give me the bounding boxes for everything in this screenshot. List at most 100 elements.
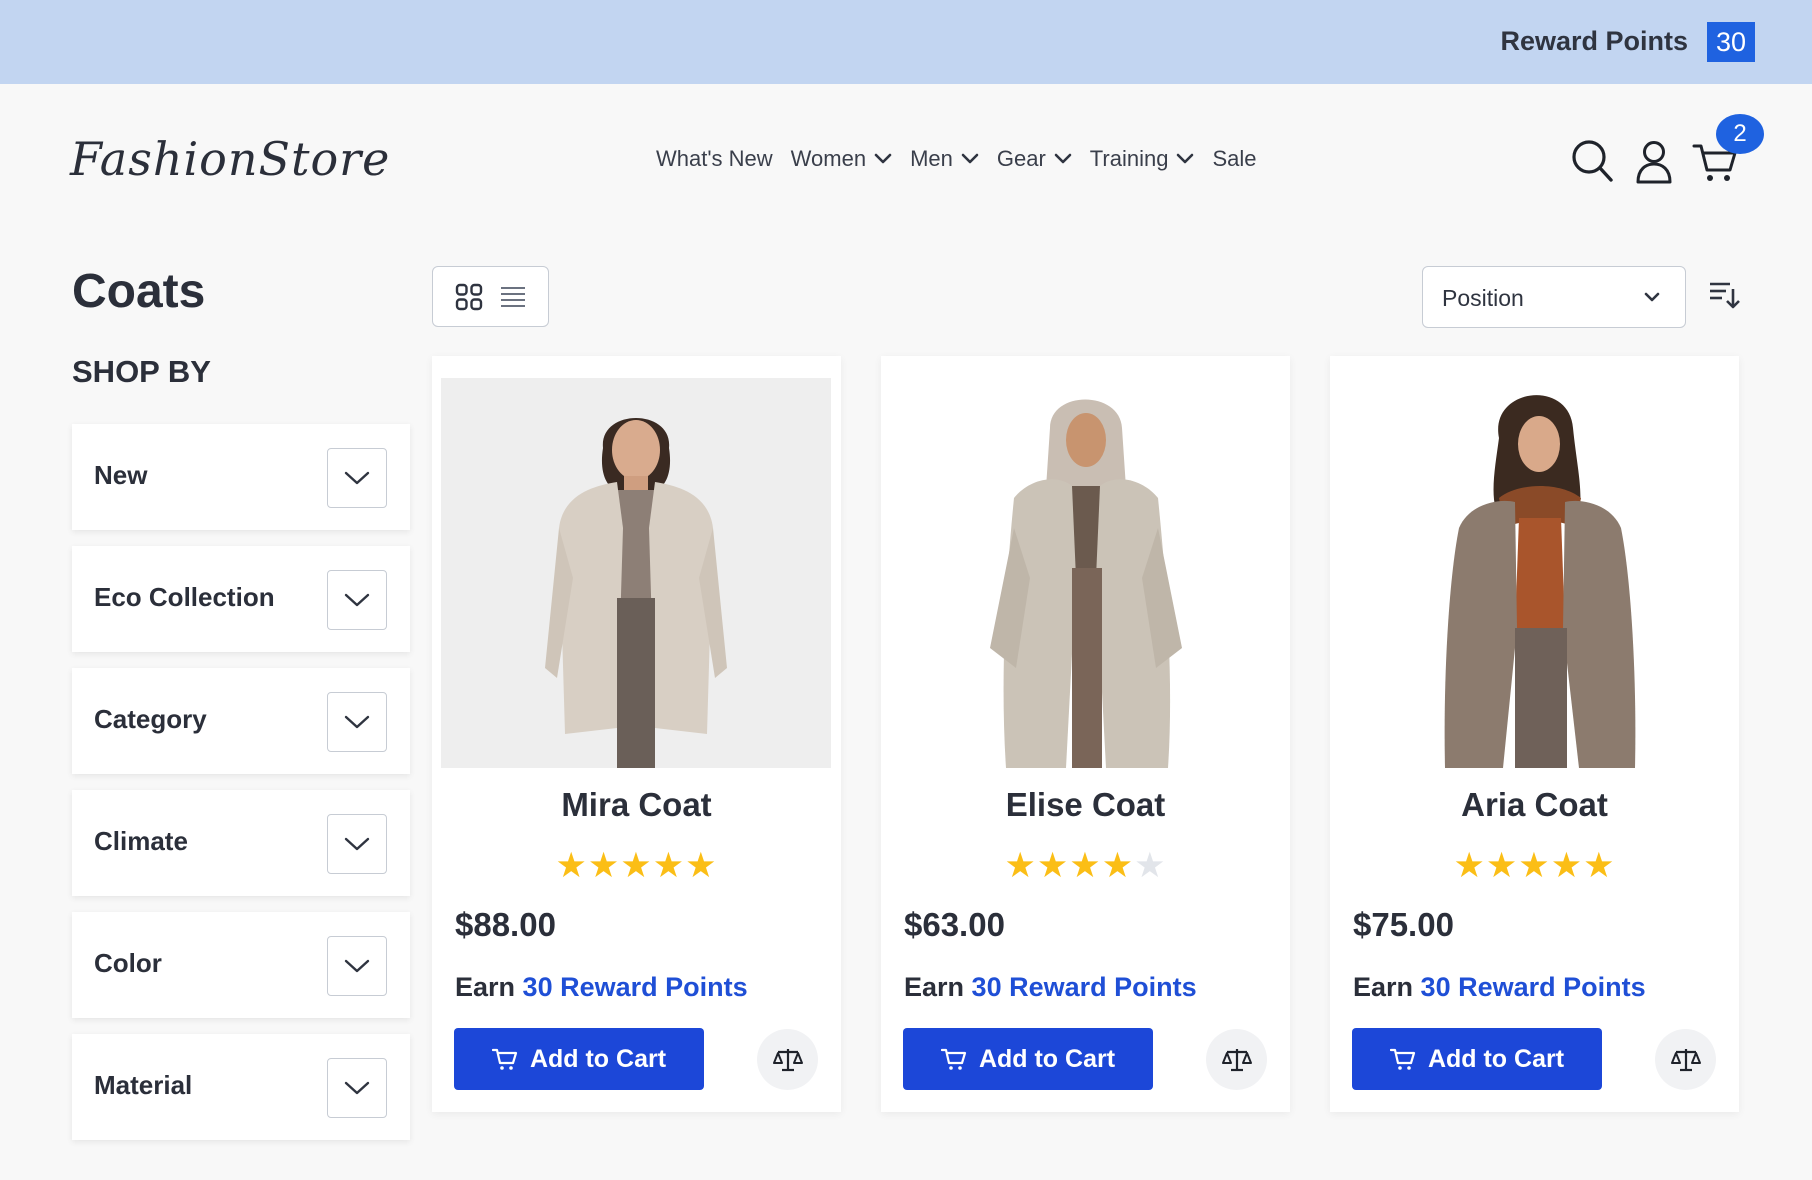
add-to-cart-button[interactable]: Add to Cart [454,1028,704,1090]
product-image[interactable] [890,378,1280,768]
filter-eco-collection[interactable]: Eco Collection [72,546,410,652]
star-icon: ★ [1583,846,1616,885]
reward-points-count: 30 [1707,22,1755,62]
sort-direction-icon[interactable] [1708,280,1740,310]
nav-item-gear[interactable]: Gear [997,146,1072,172]
add-to-cart-button[interactable]: Add to Cart [1352,1028,1602,1090]
nav-item-women[interactable]: Women [791,146,892,172]
filter-expand-button[interactable] [327,570,387,630]
earn-points: 30 Reward Points [1420,972,1646,1002]
page-title: Coats [72,265,206,318]
store-logo[interactable]: FashionStore [70,132,390,186]
filter-material[interactable]: Material [72,1034,410,1140]
filter-label: Category [94,704,207,734]
reward-earn-text: Earn 30 Reward Points [455,972,748,1003]
cart-count-badge: 2 [1716,114,1764,154]
filter-expand-button[interactable] [327,936,387,996]
star-icon: ★ [1004,846,1037,885]
earn-prefix: Earn [1353,972,1414,1002]
product-price: $63.00 [904,906,1005,943]
shop-by-heading: SHOP BY [72,354,211,389]
chevron-down-icon [344,715,370,729]
star-icon: ★ [685,846,718,885]
star-icon: ★ [1036,846,1070,885]
nav-item-label: Women [790,146,867,171]
sort-by-select[interactable]: Position [1422,266,1686,328]
chevron-down-icon [344,1081,370,1095]
product-rating: ★★★★★ [881,846,1290,886]
product-image[interactable] [1339,378,1729,768]
chevron-down-icon [1054,153,1072,164]
chevron-down-icon [1177,153,1194,164]
star-icon: ★ [1550,846,1584,885]
star-icon: ★ [1101,846,1135,885]
search-icon[interactable] [1570,138,1614,184]
cart-icon [940,1048,967,1070]
scale-compare-icon [1221,1048,1252,1071]
filter-expand-button[interactable] [327,692,387,752]
scale-compare-icon [1670,1048,1701,1071]
nav-item-whats-new[interactable]: What's New [656,146,773,172]
chevron-down-icon [961,153,979,164]
filter-category[interactable]: Category [72,668,410,774]
chevron-down-icon [344,593,370,607]
compare-button[interactable] [757,1029,818,1090]
filter-label: Climate [94,826,188,856]
earn-points: 30 Reward Points [522,972,748,1002]
product-rating: ★★★★★ [1330,846,1739,886]
nav-item-training[interactable]: Training [1090,146,1195,172]
chevron-down-icon [344,471,370,485]
add-to-cart-button[interactable]: Add to Cart [903,1028,1153,1090]
filter-color[interactable]: Color [72,912,410,1018]
filter-expand-button[interactable] [327,1058,387,1118]
filter-label: Eco Collection [94,582,275,612]
chevron-down-icon [1644,292,1660,302]
star-icon: ★ [620,846,653,885]
nav-item-label: Sale [1212,146,1257,171]
filter-label: Color [94,948,162,978]
compare-button[interactable] [1206,1029,1267,1090]
nav-item-label: Men [910,146,953,171]
product-name[interactable]: Elise Coat [881,786,1290,824]
filter-climate[interactable]: Climate [72,790,410,896]
star-icon: ★ [1485,846,1519,885]
star-icon: ★ [587,846,621,885]
filter-label: Material [94,1070,193,1100]
compare-button[interactable] [1655,1029,1716,1090]
nav-item-men[interactable]: Men [910,146,979,172]
nav-item-sale[interactable]: Sale [1212,146,1256,172]
account-icon[interactable] [1634,139,1674,185]
filter-label: New [94,460,148,490]
nav-item-label: Training [1089,146,1169,171]
sort-by-value: Position [1442,285,1524,311]
star-icon: ★ [555,846,588,885]
view-mode-toggle [432,266,549,327]
add-to-cart-label: Add to Cart [1427,1044,1565,1073]
product-name[interactable]: Mira Coat [432,786,841,824]
add-to-cart-label: Add to Cart [529,1044,667,1073]
product-price: $88.00 [455,906,556,943]
star-icon: ★ [1069,846,1102,885]
filter-new[interactable]: New [72,424,410,530]
filter-expand-button[interactable] [327,814,387,874]
cart-icon [491,1048,518,1070]
chevron-down-icon [874,153,892,164]
product-rating: ★★★★★ [432,846,841,886]
reward-earn-text: Earn 30 Reward Points [1353,972,1646,1003]
scale-compare-icon [772,1048,803,1071]
grid-view-icon[interactable] [455,283,483,311]
product-card: Aria Coat ★★★★★ $75.00 Earn 30 Reward Po… [1330,356,1739,1112]
nav-item-label: Gear [996,146,1046,171]
product-image[interactable] [441,378,831,768]
star-icon: ★ [1134,846,1167,885]
add-to-cart-label: Add to Cart [978,1044,1116,1073]
product-name[interactable]: Aria Coat [1330,786,1739,824]
filter-expand-button[interactable] [327,448,387,508]
earn-points: 30 Reward Points [971,972,1197,1002]
star-icon: ★ [652,846,686,885]
star-icon: ★ [1518,846,1551,885]
chevron-down-icon [344,837,370,851]
list-view-icon[interactable] [499,285,527,309]
earn-prefix: Earn [904,972,965,1002]
main-nav: What's New Women Men Gear Training Sale [656,146,1275,172]
